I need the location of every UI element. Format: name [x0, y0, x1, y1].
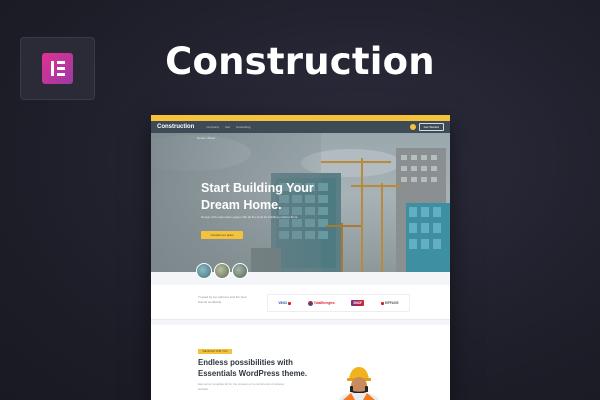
hero-text: Design with responsive pages with all th…	[201, 215, 299, 219]
site-navbar: Construction Company Get Something Get S…	[151, 121, 450, 133]
page-title: Construction	[165, 40, 435, 83]
partners-text: Trusted by our partners and the best bra…	[198, 295, 247, 304]
partner-logo-total: TotalEnergies	[307, 300, 335, 306]
phone-icon	[409, 124, 416, 130]
hero-cta-button[interactable]: Contact our team	[201, 231, 243, 239]
construction-worker-image	[339, 367, 379, 400]
section-badge: WE BUILD FOR YOU	[198, 349, 232, 354]
nav-link-1[interactable]: Company	[206, 125, 219, 129]
partner-logo-total-label: TotalEnergies	[313, 301, 335, 305]
nav-link-3[interactable]: Something	[236, 125, 250, 129]
thumbnail-3[interactable]	[232, 263, 248, 279]
breadcrumb[interactable]: Home / About	[197, 136, 215, 140]
section-text: Elementor template kit for the creation …	[198, 382, 285, 391]
nav-links: Company Get Something	[206, 125, 250, 129]
partner-logo-sncf: SNCF	[351, 300, 365, 306]
partner-logo-sncf-label: SNCF	[351, 300, 365, 306]
nav-cta-button[interactable]: Get Started	[418, 123, 444, 131]
partner-logo-eiffage: EIFFAGE	[380, 301, 399, 305]
partner-logo-eiffage-label: EIFFAGE	[384, 301, 399, 305]
hero-title: Start Building Your Dream Home.	[201, 181, 314, 212]
features-section: WE BUILD FOR YOU Endless possibilities w…	[151, 325, 450, 400]
nav-link-2[interactable]: Get	[225, 125, 230, 129]
hero-section: Home / About Start Building Your Dream H…	[151, 133, 450, 272]
thumbnail-1[interactable]	[196, 263, 212, 279]
partners-section: Trusted by our partners and the best bra…	[151, 285, 450, 320]
partner-logos: VINCI TotalEnergies SNCF EIFFAGE	[267, 294, 410, 312]
thumbnail-2[interactable]	[214, 263, 230, 279]
partner-logo-vinci: VINCI	[278, 301, 291, 305]
total-mark-icon	[307, 300, 313, 306]
website-preview[interactable]: Construction Company Get Something Get S…	[151, 115, 450, 400]
hero-thumbnails	[196, 263, 248, 279]
eiffage-mark-icon	[380, 301, 384, 305]
section-title: Endless possibilities with Essentials Wo…	[198, 358, 308, 378]
vinci-mark-icon	[287, 301, 291, 305]
nav-cta-group: Get Started	[409, 123, 444, 131]
site-brand[interactable]: Construction	[157, 124, 194, 130]
partner-logo-vinci-label: VINCI	[278, 301, 287, 305]
